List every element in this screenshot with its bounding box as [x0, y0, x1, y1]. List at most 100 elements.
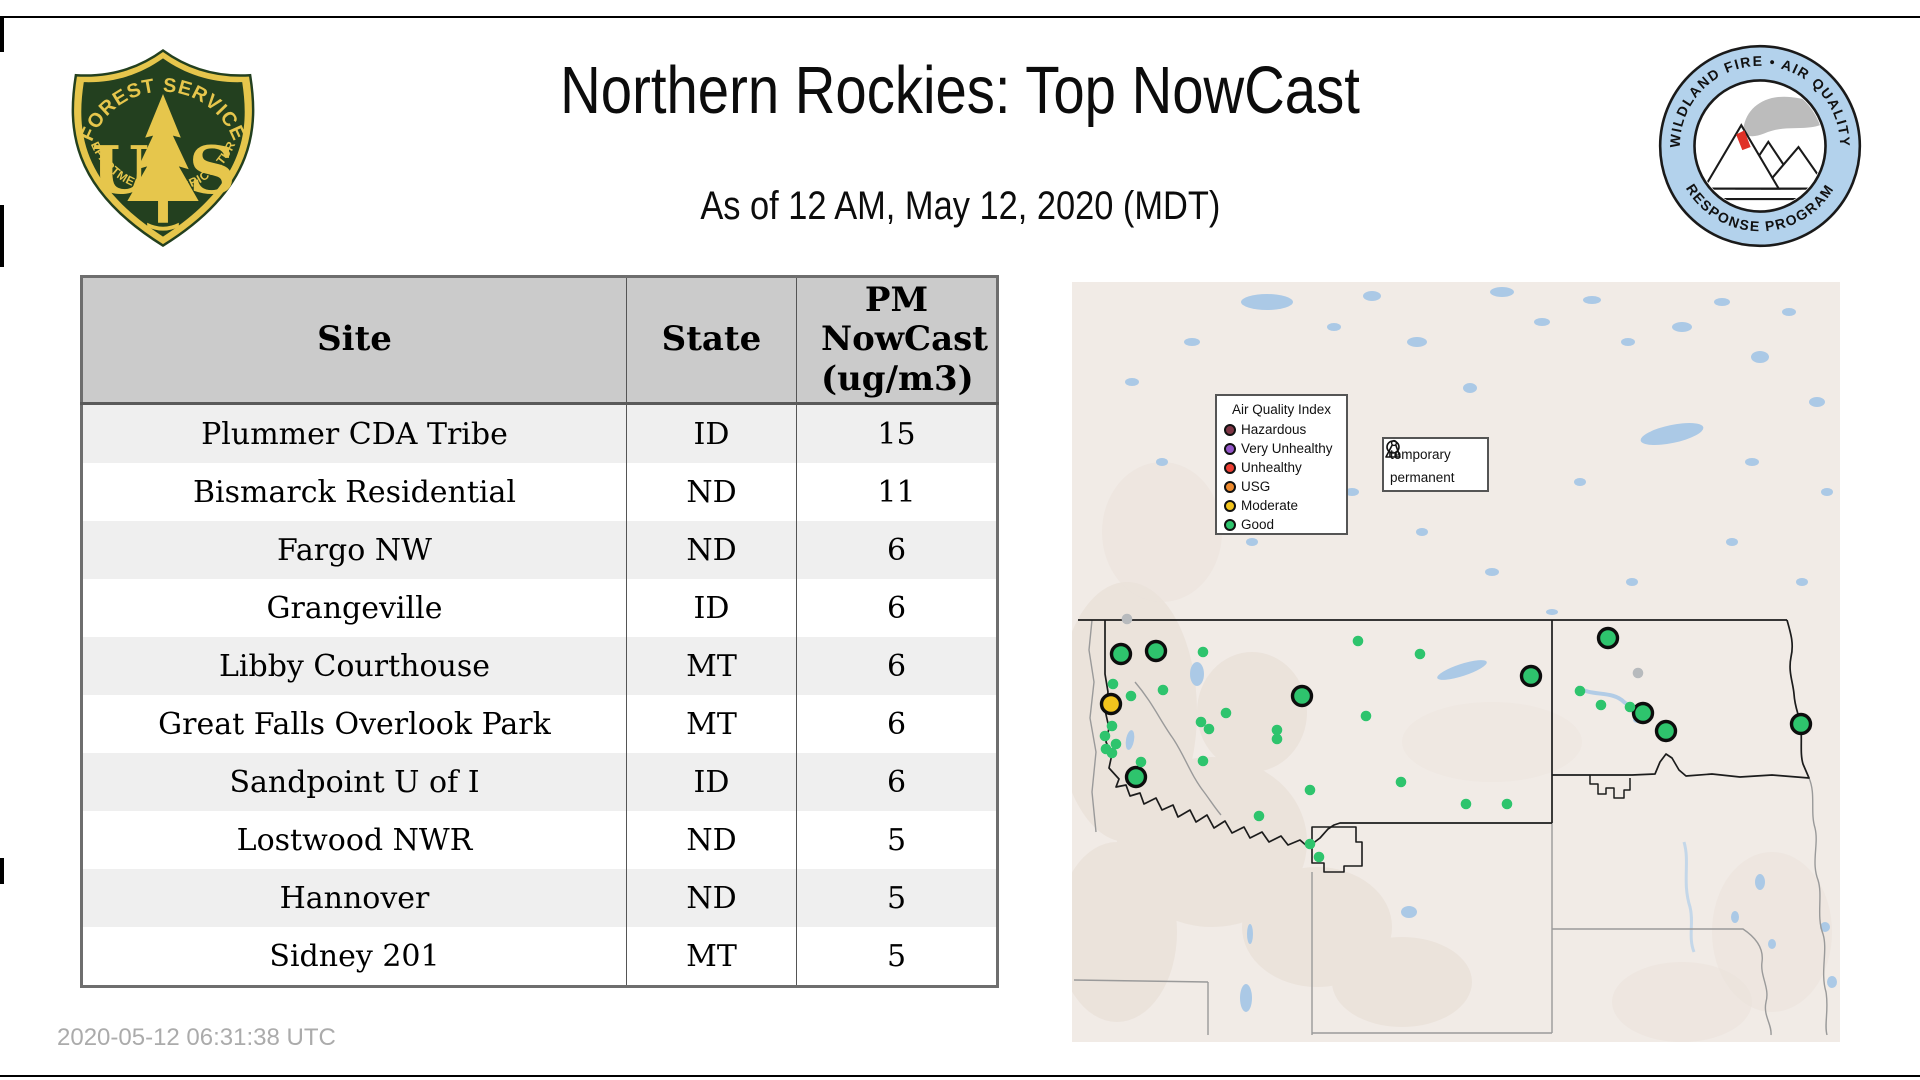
- monitor-dot-temporary-good: [1195, 716, 1207, 728]
- monitor-dot-temporary-good: [1414, 648, 1426, 660]
- monitor-dot-permanent-good: [1109, 642, 1133, 666]
- cell-value: 5: [796, 869, 998, 927]
- monitor-dot-temporary-good: [1304, 838, 1316, 850]
- table-row: Hannover ND 5: [81, 869, 998, 927]
- cell-site: Fargo NW: [277, 532, 432, 568]
- monitor-dot-temporary-good: [1313, 851, 1325, 863]
- table-row: Sidney 201 MT 5: [81, 927, 998, 987]
- cell-site: Grangeville: [266, 590, 443, 626]
- aqi-legend-item: Hazardous: [1224, 420, 1339, 439]
- cell-site: Hannover: [279, 880, 430, 916]
- col-header-pm-nowcast: PM NowCast (ug/m3): [796, 276, 998, 405]
- monitor-dot-temporary-good: [1395, 776, 1407, 788]
- cell-state: ND: [626, 521, 797, 579]
- aqi-legend-item: USG: [1224, 477, 1339, 496]
- cell-state: ND: [626, 811, 797, 869]
- aqi-legend-label: Very Unhealthy: [1241, 441, 1333, 456]
- aqi-legend-item: Unhealthy: [1224, 458, 1339, 477]
- monitor-dot-temporary-good: [1197, 755, 1209, 767]
- generation-timestamp: 2020-05-12 06:31:38 UTC: [57, 1024, 336, 1051]
- monitor-dot-temporary-good: [1360, 710, 1372, 722]
- monitor-dot-temporary-good: [1352, 635, 1364, 647]
- aqi-color-dot-icon: [1224, 480, 1236, 493]
- cell-state: MT: [626, 695, 797, 753]
- monitor-dot-temporary-good: [1271, 733, 1283, 745]
- logo-inner-circle: [1693, 79, 1827, 213]
- park-boundary-yellowstone: [1311, 826, 1363, 873]
- monitor-dot-permanent-good: [1654, 719, 1678, 743]
- monitor-dot-temporary-good: [1106, 720, 1118, 732]
- monitor-dot-temporary-good: [1203, 723, 1215, 735]
- monitor-dot-temporary-good: [1157, 684, 1169, 696]
- monitor-dot-temporary-good: [1220, 707, 1232, 719]
- slide-top-border: [0, 16, 1920, 18]
- monitor-dot-temporary-good: [1099, 730, 1111, 742]
- table-header-row: Site State PM NowCast (ug/m3): [81, 276, 998, 405]
- terrain-shading: [1072, 462, 1832, 1042]
- aqi-legend-items: Hazardous Very Unhealthy Unhealthy USG Moder…: [1224, 420, 1339, 534]
- cell-site: Sidney 201: [269, 938, 440, 974]
- cell-value: 11: [796, 463, 998, 521]
- table-row: Lostwood NWR ND 5: [81, 811, 998, 869]
- slide-left-border: [0, 858, 4, 884]
- cell-site: Bismarck Residential: [193, 474, 516, 510]
- aqi-color-dot-icon: [1224, 518, 1236, 531]
- aqi-legend-item: Very Unhealthy: [1224, 439, 1339, 458]
- table-row: Sandpoint U of I ID 6: [81, 753, 998, 811]
- aqi-legend-item: Moderate: [1224, 496, 1339, 515]
- aqi-legend: Air Quality Index Hazardous Very Unhealth…: [1215, 394, 1348, 535]
- cell-state: ID: [626, 753, 797, 811]
- nowcast-table: Site State PM NowCast (ug/m3) Plummer CD…: [80, 275, 999, 988]
- cell-state: ID: [626, 579, 797, 637]
- table-row: Bismarck Residential ND 11: [81, 463, 998, 521]
- symbol-legend: temporary permanent: [1382, 437, 1489, 492]
- cell-state: MT: [626, 927, 797, 987]
- monitor-dot-temporary-good: [1107, 678, 1119, 690]
- monitor-dot-permanent-good: [1596, 626, 1620, 650]
- cell-value: 5: [796, 927, 998, 987]
- air-quality-map: Air Quality Index Hazardous Very Unhealth…: [1072, 282, 1840, 1042]
- cell-value: 5: [796, 811, 998, 869]
- monitor-dot-permanent-good: [1519, 664, 1543, 688]
- cell-site: Lostwood NWR: [236, 822, 473, 858]
- cell-state: ND: [626, 463, 797, 521]
- cell-site: Sandpoint U of I: [229, 764, 480, 800]
- north-dakota-border: [1551, 619, 1810, 779]
- cell-value: 15: [796, 403, 998, 463]
- aqi-color-dot-icon: [1224, 499, 1236, 512]
- aqi-color-dot-icon: [1224, 423, 1236, 436]
- table-row: Libby Courthouse MT 6: [81, 637, 998, 695]
- aqi-legend-title: Air Quality Index: [1231, 402, 1332, 417]
- aqi-legend-label: Hazardous: [1241, 422, 1307, 437]
- monitor-dot-temporary-good: [1106, 747, 1118, 759]
- aqi-legend-item: Good: [1224, 515, 1339, 534]
- monitor-dot-temporary-good: [1253, 810, 1265, 822]
- monitor-dot-temporary-nodata: [1632, 667, 1644, 679]
- monitor-dot-permanent-moderate: [1099, 692, 1123, 716]
- aqi-color-dot-icon: [1224, 461, 1236, 474]
- cell-state: MT: [626, 637, 797, 695]
- monitor-dot-temporary-good: [1624, 701, 1636, 713]
- aqi-legend-label: USG: [1241, 479, 1271, 494]
- aqi-legend-label: Unhealthy: [1241, 460, 1302, 475]
- monitor-dot-temporary-good: [1460, 798, 1472, 810]
- cell-value: 6: [796, 695, 998, 753]
- cell-value: 6: [796, 579, 998, 637]
- monitor-dot-permanent-good: [1124, 765, 1148, 789]
- page-title: Northern Rockies: Top NowCast: [560, 53, 1360, 128]
- cell-site: Plummer CDA Tribe: [201, 416, 508, 452]
- wfaqrp-logo: WILDLAND FIRE • AIR QUALITY RESPONSE PRO…: [1658, 44, 1862, 248]
- cell-site: Great Falls Overlook Park: [158, 706, 551, 742]
- monitor-dot-permanent-good: [1144, 639, 1168, 663]
- slide-left-border: [0, 18, 4, 52]
- symbol-legend-row: temporary: [1386, 440, 1481, 466]
- park-boundary-trnp: [1589, 775, 1631, 799]
- monitor-dot-permanent-good: [1631, 701, 1655, 725]
- aqi-legend-label: Good: [1241, 517, 1275, 532]
- map-canvas: [1072, 287, 1837, 1042]
- monitor-dot-temporary-nodata: [1121, 613, 1133, 625]
- permanent-label: permanent: [1390, 470, 1455, 485]
- monitor-dot-temporary-good: [1125, 690, 1137, 702]
- monitor-dot-temporary-good: [1135, 756, 1147, 768]
- page-subtitle: As of 12 AM, May 12, 2020 (MDT): [699, 184, 1221, 228]
